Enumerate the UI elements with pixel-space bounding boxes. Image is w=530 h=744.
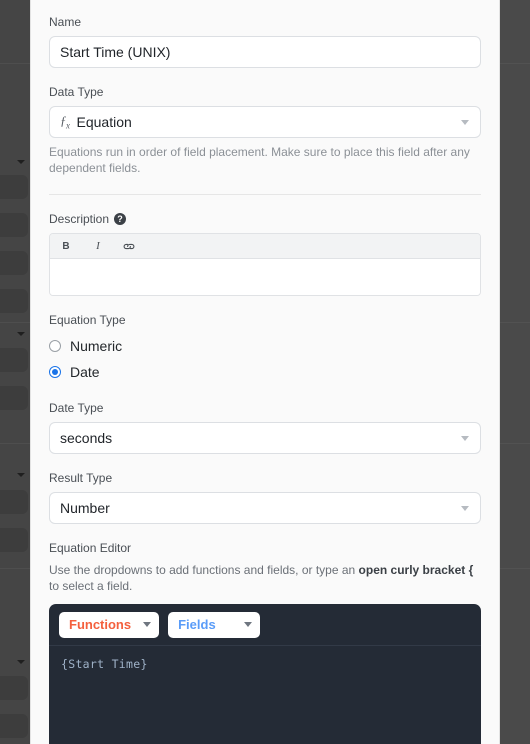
left-sidebar[interactable]	[0, 0, 30, 744]
name-field-group: Name Start Time (UNIX)	[49, 14, 481, 68]
app-screen: Name Start Time (UNIX) Data Type ƒx Equa…	[0, 0, 530, 744]
chevron-down-icon[interactable]	[17, 660, 25, 664]
date-type-value: seconds	[60, 430, 113, 446]
link-icon[interactable]	[122, 241, 138, 252]
equation-editor-group: Equation Editor Use the dropdowns to add…	[49, 540, 481, 744]
helper-suffix: to select a field.	[49, 579, 133, 593]
sidebar-item[interactable]	[0, 213, 28, 237]
helper-bold: open curly bracket {	[358, 563, 474, 577]
sidebar-item[interactable]	[0, 289, 28, 313]
equation-type-group: Equation Type Numeric Date	[49, 312, 481, 384]
equation-editor[interactable]: Functions Fields {Start Time}	[49, 604, 481, 744]
chevron-down-icon[interactable]	[17, 473, 25, 477]
chevron-down-icon[interactable]	[143, 622, 152, 627]
richtext-toolbar: B I	[50, 234, 480, 259]
fields-dropdown[interactable]: Fields	[168, 611, 261, 638]
data-type-value: Equation	[76, 114, 132, 130]
name-input[interactable]: Start Time (UNIX)	[49, 36, 481, 68]
name-label: Name	[49, 15, 82, 29]
chevron-down-icon[interactable]	[17, 332, 25, 336]
help-circle-icon[interactable]: ?	[114, 213, 127, 225]
radio-date-icon[interactable]	[49, 366, 61, 378]
section-divider	[49, 194, 481, 195]
chevron-down-icon[interactable]	[461, 436, 469, 441]
radio-option-date[interactable]: Date	[49, 360, 481, 384]
fields-dropdown-label: Fields	[178, 617, 216, 632]
equation-code-input[interactable]: {Start Time}	[49, 646, 481, 682]
equation-editor-toolbar: Functions Fields	[49, 604, 481, 646]
sidebar-item[interactable]	[0, 490, 28, 514]
sidebar-item[interactable]	[0, 251, 28, 275]
data-type-label: Data Type	[49, 85, 104, 99]
date-type-select[interactable]: seconds	[49, 422, 481, 454]
chevron-down-icon[interactable]	[461, 506, 469, 511]
sidebar-item[interactable]	[0, 714, 28, 738]
data-type-select[interactable]: ƒx Equation	[49, 106, 481, 138]
equation-editor-label: Equation Editor	[49, 541, 132, 555]
sidebar-item[interactable]	[0, 175, 28, 199]
field-settings-panel: Name Start Time (UNIX) Data Type ƒx Equa…	[30, 0, 500, 744]
data-type-helper-text: Equations run in order of field placemen…	[49, 145, 470, 175]
italic-icon[interactable]: I	[90, 240, 106, 252]
description-field-group: Description ? B I	[49, 211, 481, 296]
chevron-down-icon[interactable]	[244, 622, 253, 627]
sidebar-item[interactable]	[0, 348, 28, 372]
radio-option-numeric[interactable]: Numeric	[49, 334, 481, 358]
functions-dropdown-label: Functions	[69, 617, 132, 632]
description-input[interactable]	[50, 259, 480, 295]
sidebar-item[interactable]	[0, 386, 28, 410]
radio-numeric-icon[interactable]	[49, 340, 61, 352]
date-type-group: Date Type seconds	[49, 400, 481, 454]
sidebar-item[interactable]	[0, 676, 28, 700]
chevron-down-icon[interactable]	[17, 160, 25, 164]
result-type-label: Result Type	[49, 471, 113, 485]
equation-type-label: Equation Type	[49, 313, 126, 327]
result-type-group: Result Type Number	[49, 470, 481, 524]
helper-prefix: Use the dropdowns to add functions and f…	[49, 563, 359, 577]
result-type-value: Number	[60, 500, 110, 516]
bold-icon[interactable]: B	[58, 241, 74, 252]
result-type-select[interactable]: Number	[49, 492, 481, 524]
radio-numeric-label: Numeric	[70, 338, 123, 354]
chevron-down-icon[interactable]	[461, 120, 469, 125]
sidebar-item[interactable]	[0, 528, 28, 552]
radio-date-label: Date	[70, 364, 100, 380]
name-input-value: Start Time (UNIX)	[60, 44, 171, 60]
fx-equation-icon: ƒx	[60, 113, 70, 131]
app-background-right	[500, 0, 530, 744]
description-richtext: B I	[49, 233, 481, 296]
description-label: Description ?	[49, 211, 481, 227]
description-label-text: Description	[49, 212, 110, 226]
data-type-field-group: Data Type ƒx Equation Equations run in o…	[49, 84, 481, 176]
date-type-label: Date Type	[49, 401, 104, 415]
equation-editor-helper: Use the dropdowns to add functions and f…	[49, 562, 481, 594]
functions-dropdown[interactable]: Functions	[59, 611, 160, 638]
